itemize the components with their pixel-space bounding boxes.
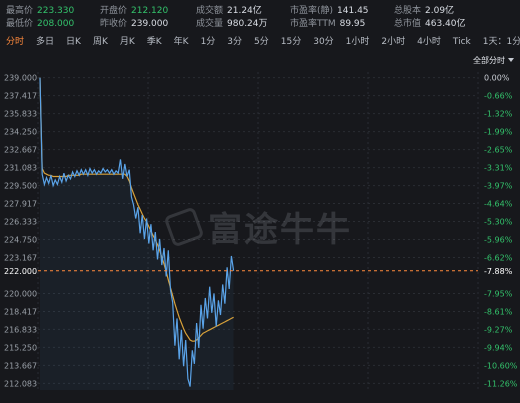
y-tick-label: 235.833 (4, 110, 37, 119)
y-tick-label: 212.083 (4, 379, 37, 388)
y-tick-label: 223.167 (4, 253, 37, 262)
tab-item[interactable]: 年K (168, 33, 195, 51)
stat-item: 成交量 980.24万 (196, 16, 268, 29)
stat-item: 总市值 463.40亿 (394, 16, 466, 29)
pct-tick-label: -1.99% (484, 128, 513, 137)
stat-label: 昨收价 (100, 19, 128, 29)
stat-value: 208.000 (37, 19, 75, 29)
stat-label: 市盈率(静) (290, 6, 334, 16)
stat-value: 239.000 (131, 19, 169, 29)
y-tick-label: 218.417 (4, 307, 37, 316)
pct-tick-label: -5.96% (484, 236, 513, 245)
stat-value: 141.45 (337, 6, 369, 16)
pct-tick-label: -6.62% (484, 253, 513, 262)
y-tick-label: 220.000 (4, 289, 37, 298)
stat-item: 市盈率TTM 89.95 (290, 16, 365, 29)
stat-value: 2.09亿 (425, 6, 455, 16)
y-tick-label: 234.250 (4, 128, 37, 137)
stat-item: 开盘价 212.120 (100, 3, 168, 16)
pct-tick-label: -9.27% (484, 325, 513, 334)
pct-tick-label: -8.61% (484, 307, 513, 316)
tab-item[interactable]: Tick (447, 33, 477, 51)
watermark-text: 富途牛牛 (208, 210, 352, 250)
watermark: 富途牛牛 (163, 202, 352, 251)
tab-item[interactable]: 4小时 (411, 33, 447, 51)
tab-item[interactable]: 30分 (307, 33, 339, 51)
y-tick-label: 216.833 (4, 325, 37, 334)
pct-tick-label: -10.60% (484, 361, 518, 370)
stat-item: 最低价 208.000 (6, 16, 74, 29)
stat-item: 最高价 223.330 (6, 3, 74, 16)
stat-value: 21.24亿 (227, 6, 262, 16)
pct-tick-label: -2.65% (484, 146, 513, 155)
stat-label: 最高价 (6, 6, 34, 16)
chart-mode-dropdown[interactable]: 全部分时 (473, 54, 514, 66)
stat-label: 最低价 (6, 19, 34, 29)
y-tick-label: 229.500 (4, 182, 37, 191)
y-tick-label: 239.000 (4, 74, 37, 83)
stat-item: 总股本 2.09亿 (394, 3, 454, 16)
stat-label: 市盈率TTM (290, 19, 336, 29)
tab-item[interactable]: 分时 (0, 33, 30, 51)
tab-item[interactable]: 15分 (275, 33, 307, 51)
tab-item[interactable]: 2小时 (375, 33, 411, 51)
y-tick-label: 231.083 (4, 164, 37, 173)
stat-label: 总股本 (394, 6, 422, 16)
stat-label: 开盘价 (100, 6, 128, 16)
stat-label: 成交量 (196, 19, 224, 29)
pct-tick-label: -5.30% (484, 218, 513, 227)
stat-value: 223.330 (37, 6, 75, 16)
pct-tick-label: -7.95% (484, 289, 513, 298)
y-tick-label: 222.000 (4, 267, 37, 276)
tab-item[interactable]: 5分 (248, 33, 275, 51)
pct-tick-label: -9.94% (484, 343, 513, 352)
pct-tick-label: 0.00% (484, 74, 510, 83)
tab-item[interactable]: 月K (114, 33, 141, 51)
tab-item[interactable]: 多日 (30, 33, 60, 51)
tab-item[interactable]: 1分 (195, 33, 222, 51)
pct-tick-label: -1.32% (484, 110, 513, 119)
stat-value: 980.24万 (227, 19, 268, 29)
stat-item: 成交额 21.24亿 (196, 3, 262, 16)
stat-label: 成交额 (196, 6, 224, 16)
stat-value: 463.40亿 (425, 19, 466, 29)
pct-tick-label: -4.64% (484, 200, 513, 209)
tab-item[interactable]: 季K (141, 33, 168, 51)
stat-item: 市盈率(静) 141.45 (290, 3, 369, 16)
pct-tick-label: -0.66% (484, 92, 513, 101)
stats-header: 最高价 223.330 最低价 208.000 开盘价 212.120 昨收价 239.000… (0, 0, 520, 32)
y-tick-label: 226.333 (4, 218, 37, 227)
stat-value: 89.95 (339, 19, 366, 29)
tab-item[interactable]: 1天：1分K (477, 33, 520, 51)
stat-value: 212.120 (131, 6, 169, 16)
y-tick-label: 224.750 (4, 236, 37, 245)
tab-item[interactable]: 3分 (221, 33, 248, 51)
y-tick-label: 232.667 (4, 146, 37, 155)
pct-tick-label: -11.26% (484, 379, 518, 388)
pct-tick-label: -7.88% (484, 267, 513, 276)
y-tick-label: 215.250 (4, 343, 37, 352)
pct-tick-label: -3.97% (484, 182, 513, 191)
timeframe-tabs: 分时 多日 日K 周K 月K 季K 年K 1分 3分 5分 15分 30分 1小时 2小时 4小时 Tick 1… (0, 33, 520, 51)
y-tick-label: 227.917 (4, 200, 37, 209)
futu-logo-icon (163, 205, 205, 248)
stat-item: 昨收价 239.000 (100, 16, 168, 29)
y-tick-label: 213.667 (4, 361, 37, 370)
y-tick-label: 237.417 (4, 92, 37, 101)
chevron-down-icon (508, 58, 514, 62)
tab-item[interactable]: 1小时 (340, 33, 376, 51)
tab-item[interactable]: 日K (60, 33, 87, 51)
pct-tick-label: -3.31% (484, 164, 513, 173)
stat-label: 总市值 (394, 19, 422, 29)
chart-mode-label: 全部分时 (473, 55, 505, 65)
tab-item[interactable]: 周K (87, 33, 114, 51)
